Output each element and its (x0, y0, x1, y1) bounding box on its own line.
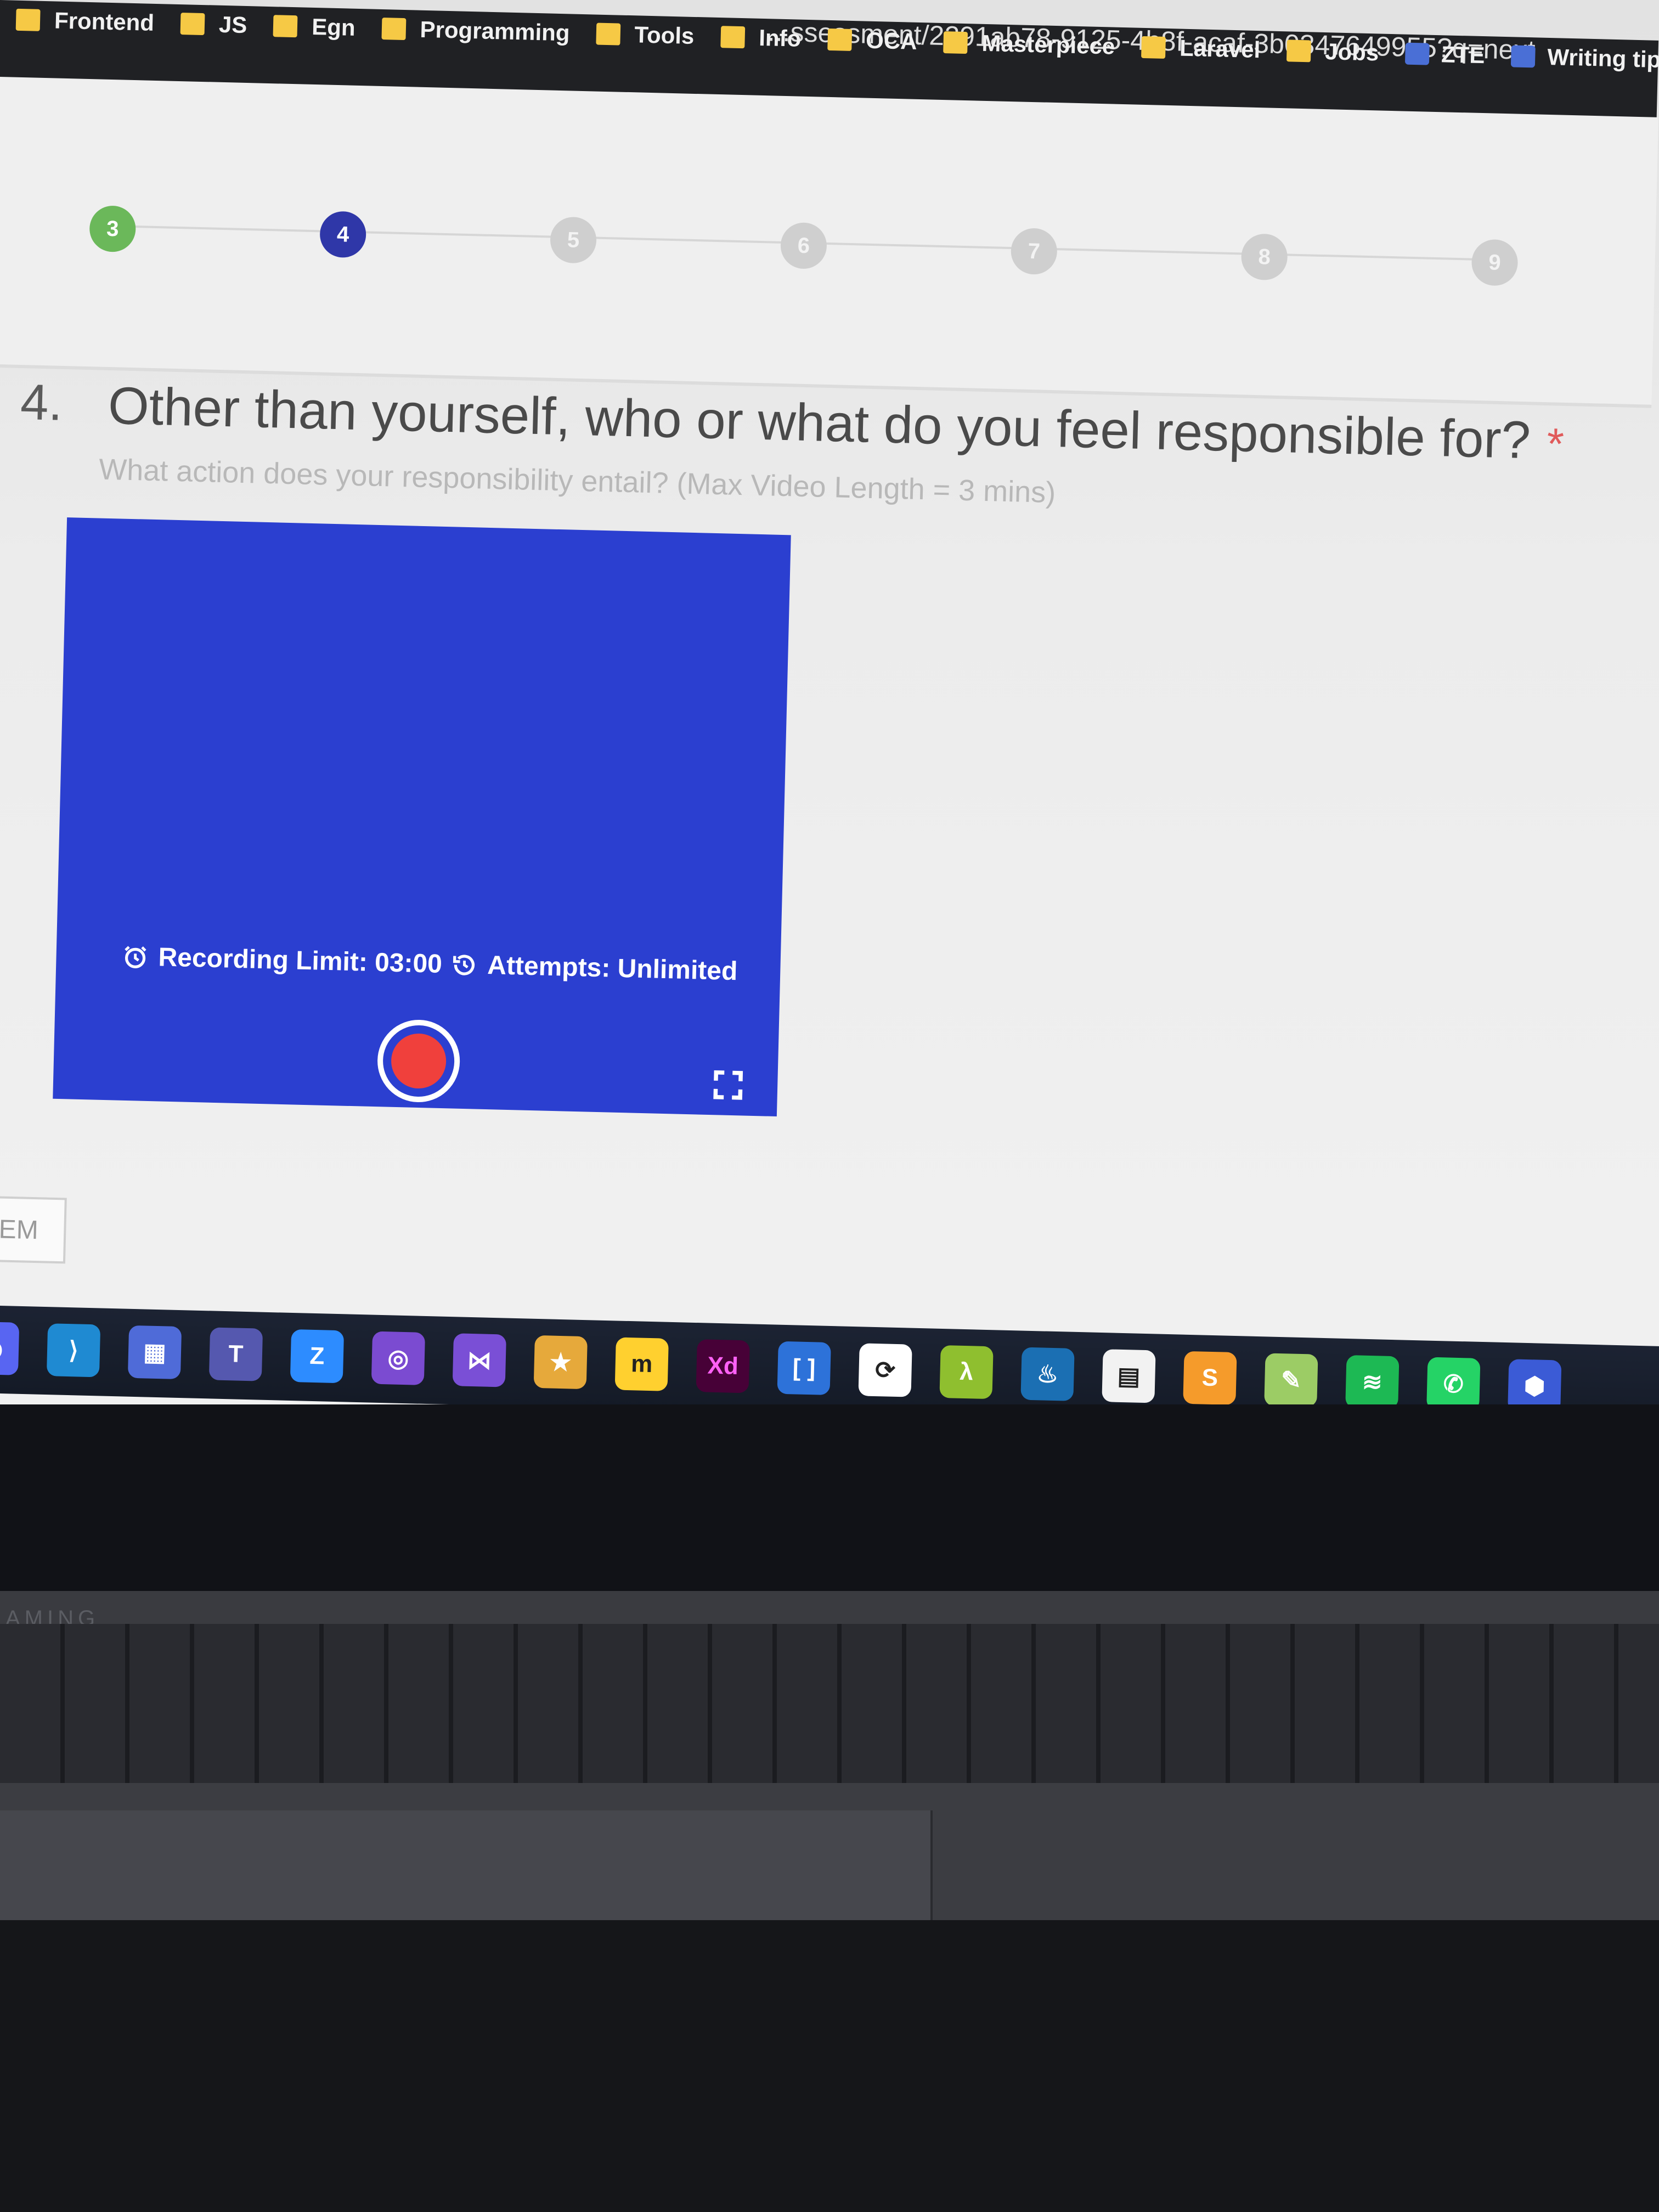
recording-limit-label: Recording Limit: 03:00 (157, 943, 443, 979)
recording-limit: Recording Limit: 03:00 (122, 941, 443, 979)
required-mark: * (1546, 419, 1565, 469)
bookmark-label: Jobs (1324, 38, 1379, 66)
recycle-icon[interactable]: ⟳ (858, 1343, 912, 1397)
attempts: Attempts: Unlimited (451, 949, 738, 986)
visual-studio-icon[interactable]: ⋈ (452, 1333, 506, 1387)
bookmark-label: JS (218, 11, 247, 38)
bookmark-item[interactable]: Programming (381, 15, 570, 46)
question-subtitle: What action does your responsibility ent… (98, 453, 1056, 510)
laptop-hinge (0, 1591, 1659, 1624)
zoom-icon[interactable]: Z (290, 1329, 345, 1384)
discord-icon[interactable]: ◉ (0, 1321, 20, 1375)
record-dot-icon (390, 1032, 447, 1090)
bookmark-label: Tools (634, 21, 695, 49)
bookmark-item[interactable]: Masterpiece (943, 29, 1115, 60)
laptop-bezel (0, 1404, 1659, 1602)
bookmark-item[interactable]: Jobs (1286, 37, 1379, 66)
step-9[interactable]: 9 (1471, 239, 1519, 286)
folder-icon (381, 18, 407, 41)
record-button[interactable] (376, 1019, 461, 1103)
bookmark-item[interactable]: Laravel (1141, 34, 1261, 63)
browser-screen: ...ssessment/2291ab78-9125-4b8f-acaf-3b0… (0, 0, 1659, 1437)
bookmark-label: Egn (311, 13, 356, 41)
bookmark-item[interactable]: ZTE (1404, 41, 1486, 69)
bookmark-item[interactable]: Writing tips (1511, 43, 1659, 73)
attempts-label: Attempts: Unlimited (487, 951, 738, 986)
folder-icon (1286, 40, 1311, 63)
question-number: 4. (20, 374, 64, 431)
step-8[interactable]: 8 (1240, 233, 1288, 281)
folder-icon (827, 28, 852, 51)
github-desktop-icon[interactable]: ◎ (371, 1331, 426, 1385)
question-card: 4. Other than yourself, who or what do y… (0, 340, 1658, 1368)
store-icon[interactable]: ▤ (1102, 1349, 1156, 1403)
history-icon (453, 954, 475, 975)
alarm-clock-icon (125, 945, 146, 968)
folder-icon (273, 15, 298, 38)
bookmark-item[interactable]: Frontend (15, 7, 155, 36)
folder-icon (720, 26, 745, 49)
bookmark-label: Masterpiece (981, 30, 1115, 59)
bookmarks-list: Frontend JS Egn Programming Tools Info OCA Mast… (15, 1, 1659, 83)
lambda-icon[interactable]: λ (939, 1345, 994, 1400)
step-6[interactable]: 6 (780, 222, 827, 269)
folder-icon (596, 22, 621, 46)
steam-icon[interactable]: ♨ (1020, 1347, 1075, 1401)
step-4[interactable]: 4 (319, 211, 367, 258)
miro-icon[interactable]: m (614, 1337, 669, 1391)
laptop-touchpad (0, 1810, 933, 1920)
folder-icon (1141, 36, 1166, 59)
whatsapp-icon[interactable]: ✆ (1426, 1357, 1481, 1411)
adobe-xd-icon[interactable]: Xd (696, 1339, 750, 1393)
sublime-icon[interactable]: S (1183, 1351, 1237, 1406)
bookmark-label: Laravel (1179, 35, 1261, 63)
folder-icon (180, 13, 205, 36)
step-3[interactable]: 3 (89, 205, 137, 253)
fullscreen-icon[interactable] (711, 1068, 744, 1102)
bookmark-label: Writing tips (1547, 43, 1659, 73)
laptop-keyboard (0, 1624, 1659, 1805)
brackets-icon[interactable]: [ ] (777, 1341, 831, 1396)
bookmark-label: Programming (420, 16, 571, 46)
folder-icon (15, 8, 41, 31)
bookmark-item[interactable]: Info (720, 24, 802, 52)
favorites-icon[interactable]: ★ (533, 1335, 588, 1390)
folder-icon (943, 31, 968, 54)
step-5[interactable]: 5 (550, 216, 597, 264)
step-7[interactable]: 7 (1010, 228, 1058, 275)
bookmark-label: Frontend (54, 7, 155, 36)
bookmark-item[interactable]: OCA (827, 26, 917, 55)
bookmark-label: OCA (865, 27, 918, 54)
report-problem-button[interactable]: LEM (0, 1195, 67, 1264)
background-surface (0, 1920, 1659, 2212)
bookmark-item[interactable]: Egn (273, 13, 356, 41)
question-title-text: Other than yourself, who or what do you … (107, 376, 1532, 470)
vscode-icon[interactable]: ⟩ (46, 1323, 101, 1378)
video-recorder: Recording Limit: 03:00 Attempts: Unlimit… (53, 517, 791, 1117)
notepad-icon[interactable]: ✎ (1264, 1353, 1318, 1407)
spotify-icon[interactable]: ≋ (1345, 1355, 1400, 1409)
teams-icon[interactable]: T (208, 1327, 263, 1381)
bookmark-item[interactable]: Tools (596, 21, 695, 49)
bookmark-label: ZTE (1441, 41, 1486, 69)
bookmark-item[interactable]: JS (180, 10, 247, 38)
bookmark-label: Info (758, 24, 802, 52)
site-favicon-icon (1404, 42, 1430, 65)
question-title: Other than yourself, who or what do you … (108, 376, 1565, 472)
site-favicon-icon (1511, 45, 1536, 68)
calculator-icon[interactable]: ▦ (127, 1325, 182, 1380)
